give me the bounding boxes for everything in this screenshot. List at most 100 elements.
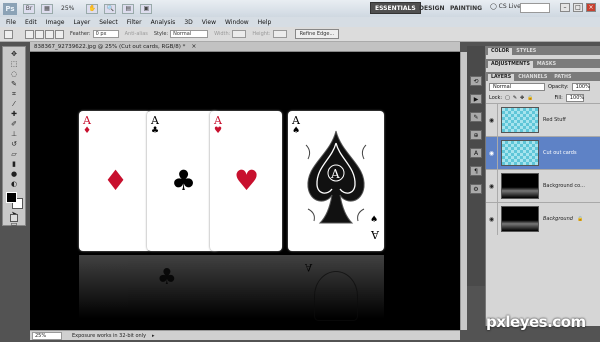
layer-row-background[interactable]: ◉ Background 🔒: [486, 202, 600, 235]
status-message: Exposure works in 32-bit only: [72, 332, 147, 339]
minibridge-icon[interactable]: ▦: [41, 3, 53, 14]
clone-source-icon[interactable]: ⊕: [470, 130, 482, 140]
layer-row-red-stuff[interactable]: ◉ Red Stuff: [486, 103, 600, 136]
quick-select-tool-icon[interactable]: ✎: [5, 80, 23, 88]
blend-row: Normal Opacity: 100%: [486, 81, 600, 92]
menu-select[interactable]: Select: [99, 19, 118, 26]
marquee-tool-preset-icon[interactable]: [4, 29, 13, 39]
add-selection-icon[interactable]: [35, 29, 44, 39]
opacity-field[interactable]: 100%: [571, 82, 590, 91]
workspace-design[interactable]: DESIGN: [415, 2, 449, 14]
card-ace-spades: A ♠ A ♠ A: [288, 111, 384, 251]
tab-paths[interactable]: PATHS: [551, 74, 574, 81]
foreground-color-swatch[interactable]: [6, 192, 17, 203]
blur-tool-icon[interactable]: ●: [5, 170, 23, 178]
canvas-vertical-scrollbar[interactable]: [460, 52, 467, 330]
menu-analysis[interactable]: Analysis: [151, 19, 176, 26]
brush-panel-icon[interactable]: ✎: [470, 112, 482, 122]
menu-window[interactable]: Window: [225, 19, 249, 26]
window-controls: – □ ×: [560, 3, 596, 12]
layer-row-cut-out-cards[interactable]: ◉ Cut out cards: [486, 136, 600, 169]
eye-icon[interactable]: ◉: [486, 170, 498, 202]
document-canvas[interactable]: A ♦ ♦ A ♣ ♣ A ♥ ♥ A ♠ A ♠ A ♣ A: [30, 52, 460, 330]
menu-3d[interactable]: 3D: [184, 19, 192, 26]
status-arrow-icon[interactable]: ▸: [152, 333, 155, 339]
screen-mode-icon[interactable]: ▣: [140, 3, 153, 14]
subtract-selection-icon[interactable]: [45, 29, 54, 39]
crop-tool-icon[interactable]: ⌗: [5, 90, 23, 98]
workspace-painting[interactable]: PAINTING: [446, 2, 486, 14]
minimize-icon[interactable]: –: [560, 3, 570, 12]
history-brush-icon[interactable]: ↺: [5, 140, 23, 148]
tab-channels[interactable]: CHANNELS: [515, 74, 550, 81]
zoom-level[interactable]: 25%: [61, 5, 74, 12]
brush-tool-icon[interactable]: ✐: [5, 120, 23, 128]
tab-masks[interactable]: MASKS: [534, 61, 559, 68]
menu-view[interactable]: View: [202, 19, 216, 26]
lock-all-icon[interactable]: 🔒: [527, 95, 533, 101]
eyedropper-tool-icon[interactable]: ⁄: [5, 100, 23, 108]
maximize-icon[interactable]: □: [573, 3, 583, 12]
cs-live-button[interactable]: ◯ CS Live: [490, 3, 521, 10]
tab-styles[interactable]: STYLES: [513, 48, 539, 55]
tab-layers[interactable]: LAYERS: [488, 74, 515, 81]
width-field[interactable]: [232, 30, 247, 38]
style-select[interactable]: Normal: [170, 30, 209, 38]
intersect-selection-icon[interactable]: [55, 29, 64, 39]
layer-thumbnail: [501, 173, 539, 199]
search-input[interactable]: [520, 3, 550, 13]
zoom-tool-icon[interactable]: 🔍: [104, 3, 117, 14]
close-icon[interactable]: ×: [586, 3, 596, 12]
antialias-checkbox[interactable]: Anti-alias: [125, 31, 148, 37]
lock-position-icon[interactable]: ✥: [520, 95, 524, 101]
refine-edge-button[interactable]: Refine Edge...: [294, 29, 340, 39]
layer-name: Cut out cards: [543, 150, 577, 156]
lock-transparency-icon[interactable]: ▢: [505, 95, 510, 101]
menu-layer[interactable]: Layer: [73, 19, 90, 26]
character-panel-icon[interactable]: A: [470, 148, 482, 158]
eye-icon[interactable]: ◉: [486, 203, 498, 235]
svg-text:A: A: [330, 167, 340, 181]
hand-tool-icon[interactable]: ✋: [86, 3, 99, 14]
eye-icon[interactable]: ◉: [486, 104, 498, 136]
eraser-tool-icon[interactable]: ▱: [5, 150, 23, 158]
tab-color[interactable]: COLOR: [488, 48, 513, 55]
opacity-label: Opacity:: [548, 83, 569, 90]
tab-adjustments[interactable]: ADJUSTMENTS: [488, 61, 533, 68]
layer-row-background-copy[interactable]: ◉ Background co...: [486, 169, 600, 202]
document-close-icon[interactable]: ×: [191, 43, 196, 50]
healing-brush-icon[interactable]: ✚: [5, 110, 23, 118]
gradient-tool-icon[interactable]: ▮: [5, 160, 23, 168]
history-panel-icon[interactable]: ⟲: [470, 76, 482, 86]
clone-stamp-icon[interactable]: ⊥: [5, 130, 23, 138]
move-tool-icon[interactable]: ✥: [5, 50, 23, 58]
height-field[interactable]: [272, 30, 287, 38]
lasso-tool-icon[interactable]: ◌: [5, 70, 23, 78]
paragraph-panel-icon[interactable]: ¶: [470, 166, 482, 176]
quick-mask-icon[interactable]: [10, 214, 18, 222]
bridge-icon[interactable]: Br: [23, 3, 35, 14]
feather-field[interactable]: 0 px: [92, 30, 119, 38]
menu-image[interactable]: Image: [46, 19, 65, 26]
new-selection-icon[interactable]: [25, 29, 34, 39]
menu-help[interactable]: Help: [258, 19, 272, 26]
dodge-tool-icon[interactable]: ◐: [5, 180, 23, 188]
card-rank: A: [151, 114, 159, 127]
tool-presets-icon[interactable]: ⚙: [470, 184, 482, 194]
fill-field[interactable]: 100%: [565, 93, 584, 102]
blend-mode-select[interactable]: Normal: [489, 82, 545, 91]
actions-panel-icon[interactable]: ▶: [470, 94, 482, 104]
menu-edit[interactable]: Edit: [25, 19, 37, 26]
cs-live-label: CS Live: [498, 3, 521, 10]
layer-thumbnail: [501, 206, 539, 232]
lock-pixels-icon[interactable]: ✎: [513, 95, 517, 101]
arrange-documents-icon[interactable]: ▤: [122, 3, 135, 14]
collapsed-panel-strip: ⟲ ▶ ✎ ⊕ A ¶ ⚙: [467, 46, 485, 286]
menu-file[interactable]: File: [6, 19, 16, 26]
status-zoom-field[interactable]: 25%: [32, 331, 62, 340]
document-tab[interactable]: 838367_92739622.jpg @ 25% (Cut out cards…: [30, 42, 460, 52]
eye-icon[interactable]: ◉: [486, 137, 498, 169]
menu-filter[interactable]: Filter: [127, 19, 142, 26]
workspace-essentials[interactable]: ESSENTIALS: [370, 2, 421, 14]
marquee-tool-icon[interactable]: ⬚: [5, 60, 23, 68]
